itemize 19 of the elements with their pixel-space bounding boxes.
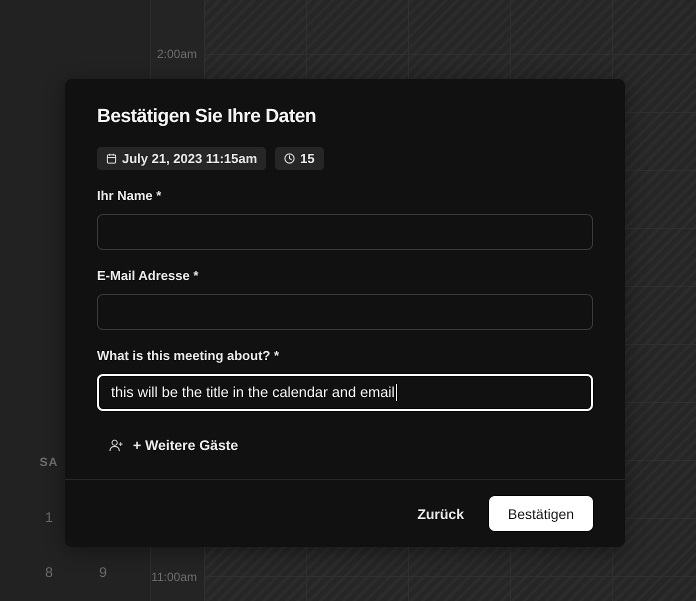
weekday-header: SA bbox=[40, 455, 58, 469]
field-label: Ihr Name * bbox=[97, 188, 162, 204]
input-field[interactable]: this will be the title in the calendar and email bbox=[97, 374, 593, 411]
text-caret-icon bbox=[396, 384, 398, 401]
calendar-icon bbox=[106, 153, 117, 164]
field-label: What is this meeting about? * bbox=[97, 348, 280, 364]
input-field[interactable] bbox=[97, 294, 593, 330]
time-label: 11:00am bbox=[151, 570, 197, 584]
user-plus-icon bbox=[109, 438, 124, 452]
back-button[interactable]: Zurück bbox=[405, 496, 476, 531]
dialog-title: Bestätigen Sie Ihre Daten bbox=[97, 105, 316, 129]
time-label: 2:00am bbox=[156, 47, 197, 61]
add-guests-button[interactable]: + Weitere Gäste bbox=[97, 429, 250, 461]
input-field[interactable] bbox=[97, 214, 593, 250]
clock-icon bbox=[284, 153, 296, 164]
confirm-button[interactable]: Bestätigen bbox=[489, 496, 593, 531]
duration-chip: 15 bbox=[275, 147, 324, 170]
date-chip: July 21, 2023 11:15am bbox=[97, 147, 266, 170]
field-label: E-Mail Adresse * bbox=[97, 268, 198, 284]
